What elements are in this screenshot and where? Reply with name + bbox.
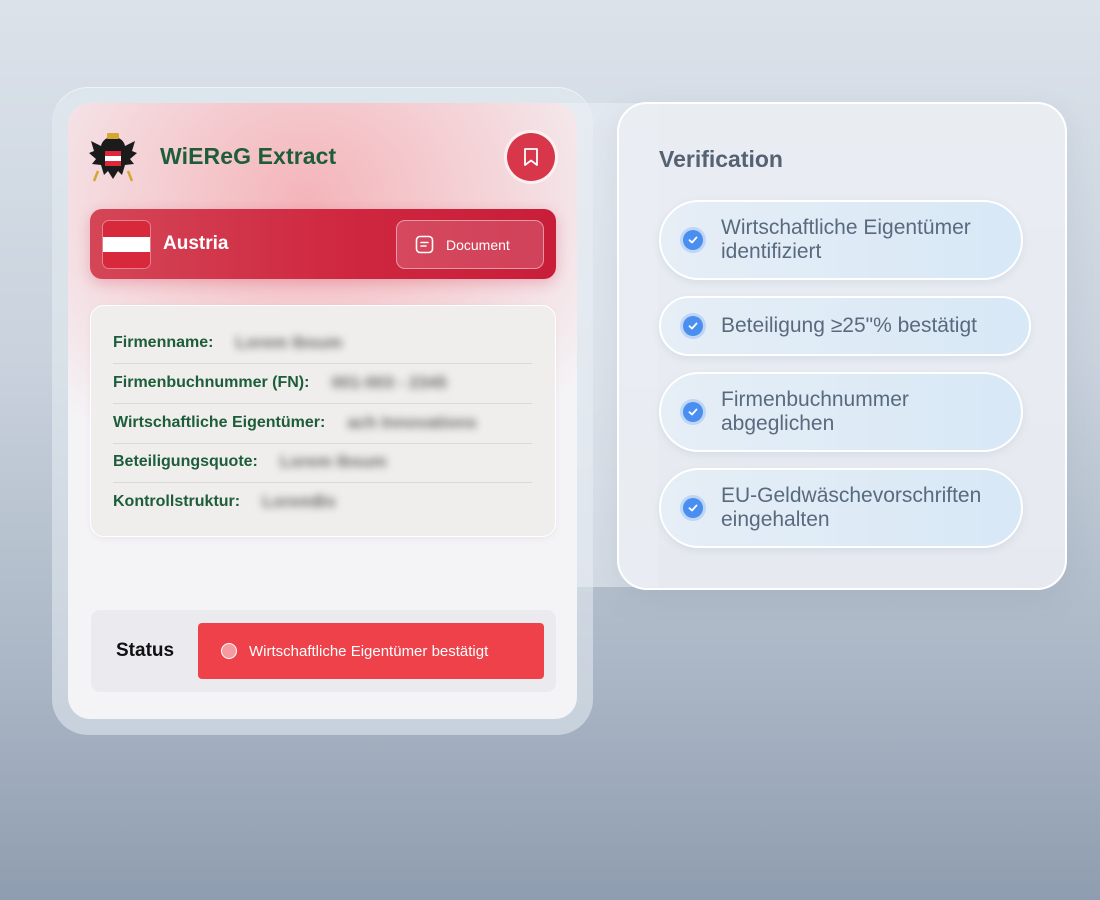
document-button[interactable]: Document	[396, 220, 544, 269]
verification-item: Wirtschaftliche Eigentümer identifiziert	[659, 200, 1023, 280]
detail-value: LoremBs	[262, 492, 336, 511]
detail-label: Wirtschaftliche Eigentümer:	[113, 414, 326, 431]
verification-item-line: Wirtschaftliche Eigentümer	[721, 216, 971, 239]
bookmark-button[interactable]	[507, 133, 555, 181]
status-label: Status	[116, 640, 175, 661]
check-icon	[683, 402, 703, 422]
check-icon	[683, 230, 703, 250]
check-icon	[683, 316, 703, 336]
detail-label: Kontrollstruktur:	[113, 493, 241, 510]
verification-item-text: EU-Geldwäschevorschriften eingehalten	[721, 484, 981, 532]
verification-item-line: eingehalten	[721, 508, 830, 531]
detail-value: Lorem Ibsum	[279, 452, 387, 471]
verification-item-line: abgeglichen	[721, 412, 835, 435]
detail-label: Beteiligungsquote:	[113, 453, 258, 470]
verification-item-text: Firmenbuchnummer abgeglichen	[721, 388, 909, 436]
verification-item: Beteiligung ≥25"% bestätigt	[659, 296, 1031, 356]
verification-item-line: Firmenbuchnummer	[721, 388, 909, 411]
austria-flag-icon	[103, 221, 150, 268]
austria-coat-of-arms-icon	[89, 133, 137, 182]
detail-row: Wirtschaftliche Eigentümer: ach Innovati…	[113, 403, 532, 444]
detail-row: Firmenname: Lorem Ibsum	[113, 323, 532, 364]
detail-label: Firmenname:	[113, 334, 214, 351]
check-icon	[683, 498, 703, 518]
verification-item-text: Beteiligung ≥25"% bestätigt	[721, 314, 977, 338]
verification-item-text: Wirtschaftliche Eigentümer identifiziert	[721, 216, 971, 264]
status-badge: Wirtschaftliche Eigentümer bestätigt	[198, 623, 544, 679]
detail-value: Lorem Ibsum	[235, 333, 343, 352]
verification-item: Firmenbuchnummer abgeglichen	[659, 372, 1023, 452]
verification-item-line: Beteiligung ≥25"% bestätigt	[721, 314, 977, 337]
document-button-label: Document	[446, 236, 510, 253]
detail-value: ach Innovations	[347, 413, 477, 432]
detail-row: Kontrollstruktur: LoremBs	[113, 482, 532, 522]
details-table: Firmenname: Lorem Ibsum Firmenbuchnummer…	[90, 305, 556, 537]
detail-row: Firmenbuchnummer (FN): 001-003 - 2345	[113, 363, 532, 404]
document-icon	[415, 235, 434, 254]
status-value: Wirtschaftliche Eigentümer bestätigt	[249, 642, 489, 660]
detail-label: Firmenbuchnummer (FN):	[113, 374, 310, 391]
verification-card: Verification Wirtschaftliche Eigentümer …	[617, 102, 1067, 590]
status-section: Status Wirtschaftliche Eigentümer bestät…	[90, 609, 557, 693]
wiereg-extract-card: WiEReG Extract Austria Document Firmenna…	[68, 103, 577, 719]
card-title: WiEReG Extract	[160, 143, 337, 169]
status-dot-icon	[221, 643, 237, 659]
detail-row: Beteiligungsquote: Lorem Ibsum	[113, 442, 532, 483]
verification-title: Verification	[659, 146, 783, 172]
country-bar: Austria Document	[90, 209, 556, 279]
verification-item-line: EU-Geldwäschevorschriften	[721, 484, 982, 507]
bookmark-icon	[524, 148, 538, 166]
verification-item: EU-Geldwäschevorschriften eingehalten	[659, 468, 1023, 548]
verification-item-line: identifiziert	[721, 240, 822, 263]
detail-value: 001-003 - 2345	[331, 373, 447, 392]
card-header: WiEReG Extract	[68, 103, 577, 211]
country-name: Austria	[163, 233, 229, 254]
